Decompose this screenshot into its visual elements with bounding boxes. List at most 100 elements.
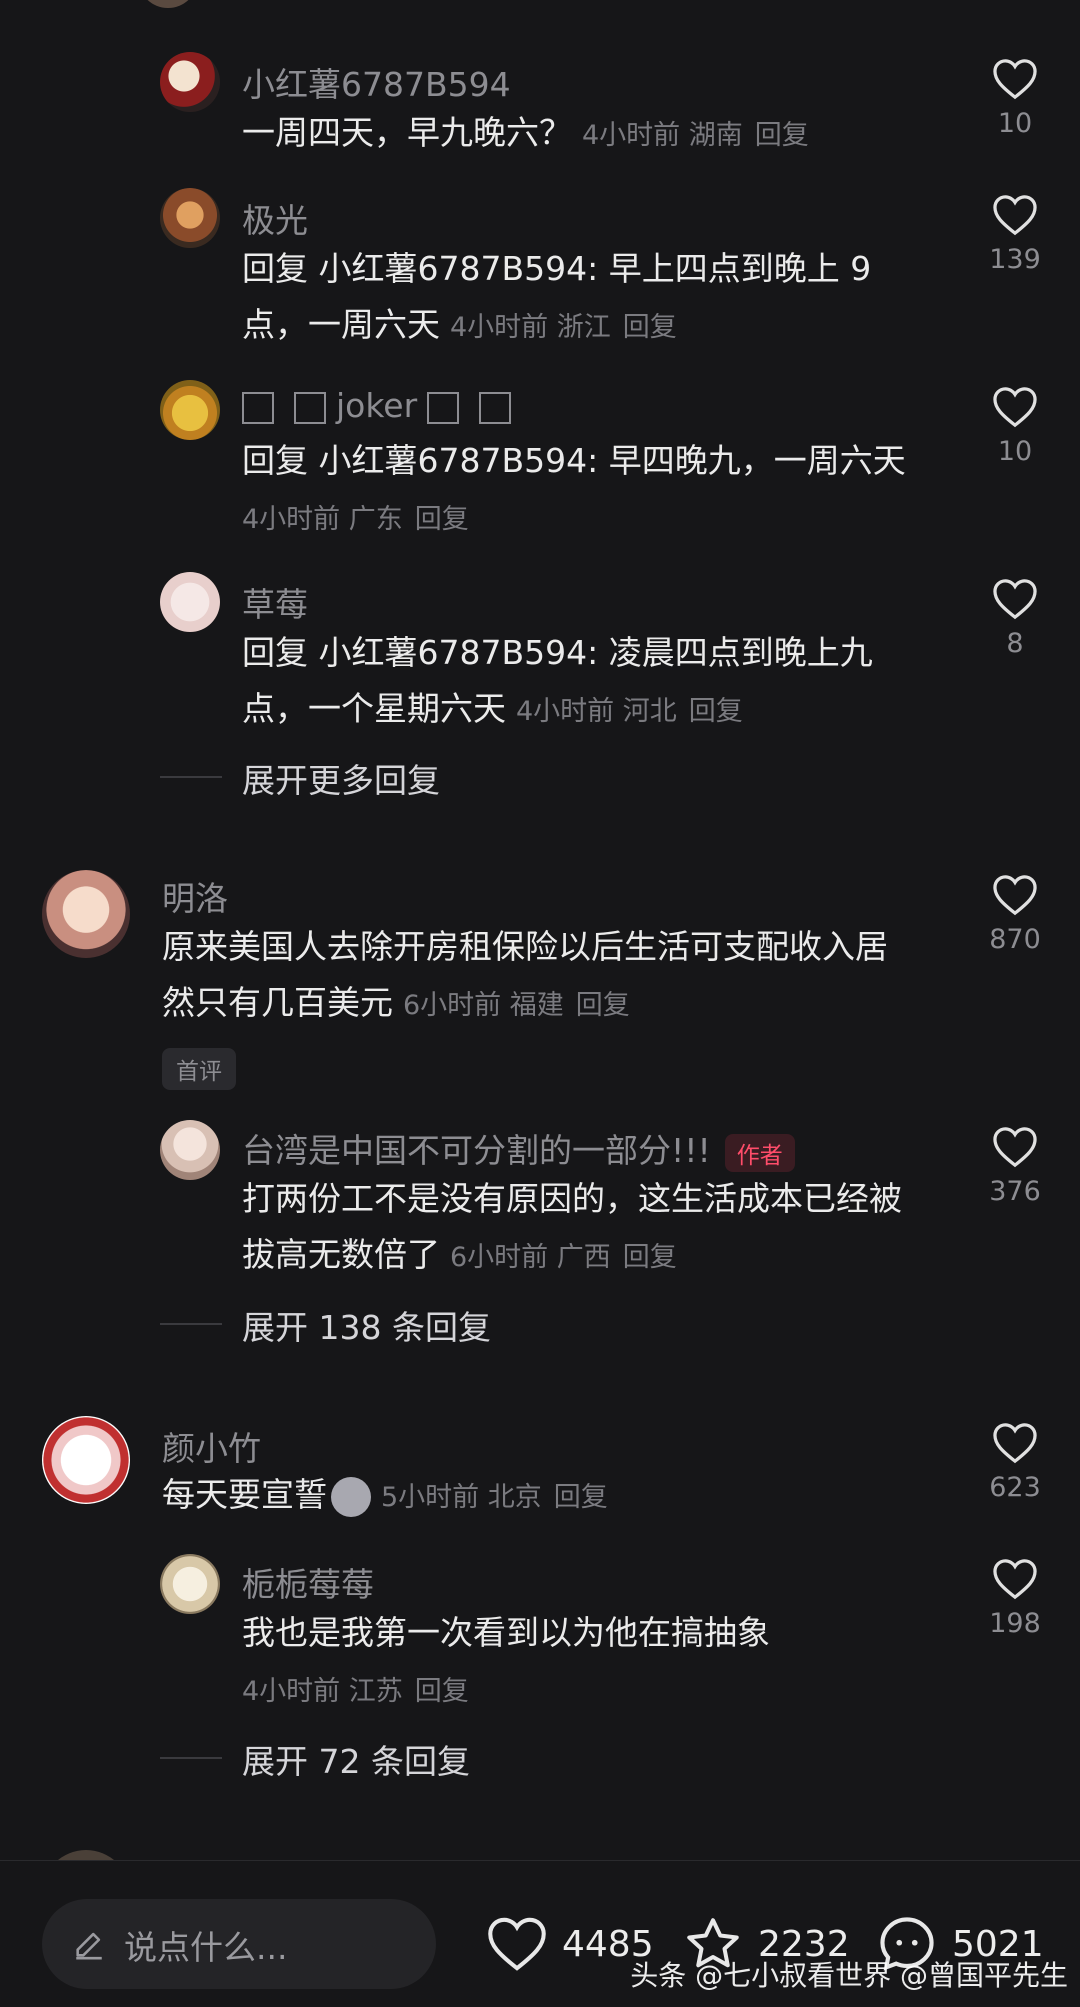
comment-meta: 4小时前 湖南 回复 xyxy=(582,120,809,151)
comment-time: 4小时前 xyxy=(450,312,549,343)
comment-time: 4小时前 xyxy=(516,696,615,727)
reply-button[interactable]: 回复 xyxy=(689,696,743,727)
like-count: 870 xyxy=(989,924,1041,955)
expand-replies-button[interactable]: 展开更多回复 xyxy=(242,754,440,802)
username[interactable]: 颜小竹 xyxy=(162,1422,261,1470)
divider xyxy=(160,1323,222,1325)
username-text: 台湾是中国不可分割的一部分!!! xyxy=(242,1131,711,1170)
heart-icon xyxy=(993,1423,1037,1464)
pencil-icon xyxy=(76,1932,102,1960)
comment-body: 原来美国人去除开房租保险以后生活可支配收入居 xyxy=(162,927,888,966)
like-count: 139 xyxy=(989,244,1041,275)
comment-region: 北京 xyxy=(487,1482,542,1513)
comment-body: 打两份工不是没有原因的，这生活成本已经被 xyxy=(242,1179,902,1218)
comment-body: 然只有几百美元 xyxy=(162,983,393,1022)
comment-text: 一周四天，早九晚六？ 4小时前 湖南 回复 xyxy=(242,104,809,164)
comment-input-placeholder: 说点什么... xyxy=(124,1928,288,1967)
divider xyxy=(160,776,222,778)
like-button[interactable]: 870 xyxy=(970,874,1060,955)
comment-region: 河北 xyxy=(622,696,677,727)
like-count: 10 xyxy=(997,108,1033,139)
comment-region: 浙江 xyxy=(556,312,611,343)
heart-icon xyxy=(993,1127,1037,1168)
username[interactable]: 极光 xyxy=(242,194,308,242)
unsupported-glyph-icon xyxy=(427,391,460,424)
reply-button[interactable]: 回复 xyxy=(623,1242,677,1273)
comment-time: 4小时前 xyxy=(242,504,341,535)
comment-meta: 5小时前 北京 回复 xyxy=(381,1482,608,1513)
comment-body: 拔高无数倍了 xyxy=(242,1235,440,1274)
comment-body: 每天要宣誓 xyxy=(162,1475,327,1514)
like-count: 623 xyxy=(989,1472,1041,1503)
avatar[interactable] xyxy=(160,52,220,112)
heart-icon xyxy=(993,59,1037,100)
comment-meta-line: 4小时前 江苏 回复 xyxy=(242,1660,469,1720)
avatar[interactable] xyxy=(160,1554,220,1614)
reply-button[interactable]: 回复 xyxy=(415,1676,469,1707)
like-button[interactable]: 8 xyxy=(970,578,1060,659)
heart-icon xyxy=(993,195,1037,236)
unsupported-glyph-icon xyxy=(294,391,326,424)
comment-text: 我也是我第一次看到以为他在搞抽象 xyxy=(242,1604,770,1661)
comment-meta-line: 4小时前 广东 回复 xyxy=(242,488,469,548)
username[interactable]: 小红薯6787B594 xyxy=(242,58,511,106)
comment-text: 回复 小红薯6787B594: 早四晚九，一周六天 xyxy=(242,432,906,489)
heart-icon xyxy=(993,579,1037,620)
avatar[interactable] xyxy=(160,1120,220,1180)
reply-button[interactable]: 回复 xyxy=(576,990,630,1021)
avatar[interactable] xyxy=(160,380,220,440)
comment-time: 5小时前 xyxy=(381,1482,480,1513)
comment-meta: 4小时前 江苏 回复 xyxy=(242,1676,469,1707)
expand-replies-button[interactable]: 展开 138 条回复 xyxy=(242,1301,491,1349)
like-button[interactable]: 139 xyxy=(970,194,1060,275)
username[interactable]: 栀栀莓莓 xyxy=(242,1558,374,1606)
comment-body: 一周四天，早九晚六？ xyxy=(242,113,572,152)
reply-button[interactable]: 回复 xyxy=(623,312,677,343)
username[interactable]: 台湾是中国不可分割的一部分!!! 作者 xyxy=(242,1124,795,1172)
comment-body: 回复 小红薯6787B594: 早上四点到晚上 9 xyxy=(242,249,872,288)
username-text: joker xyxy=(336,386,418,425)
like-post-button[interactable]: 4485 xyxy=(486,1899,654,1989)
comment-text: 拔高无数倍了 6小时前 广西 回复 xyxy=(242,1226,677,1286)
comment-body: 点，一周六天 xyxy=(242,305,440,344)
like-button[interactable]: 10 xyxy=(970,58,1060,139)
reply-button[interactable]: 回复 xyxy=(554,1482,608,1513)
expand-replies-button[interactable]: 展开 72 条回复 xyxy=(242,1735,470,1783)
comment-text: 打两份工不是没有原因的，这生活成本已经被 xyxy=(242,1170,902,1227)
like-button[interactable]: 376 xyxy=(970,1126,1060,1207)
comment-meta: 4小时前 浙江 回复 xyxy=(450,312,677,343)
comment-text: 每天要宣誓 5小时前 北京 回复 xyxy=(162,1466,608,1526)
comment-meta: 6小时前 广西 回复 xyxy=(450,1242,677,1273)
reply-button[interactable]: 回复 xyxy=(415,504,469,535)
avatar[interactable] xyxy=(138,0,198,8)
first-comment-badge: 首评 xyxy=(162,1048,236,1090)
avatar[interactable] xyxy=(42,870,130,958)
like-button[interactable]: 10 xyxy=(970,386,1060,467)
comment-text: 然只有几百美元 6小时前 福建 回复 xyxy=(162,974,630,1034)
comment-text: 点，一周六天 4小时前 浙江 回复 xyxy=(242,296,677,356)
like-button[interactable]: 623 xyxy=(970,1422,1060,1503)
comment-region: 福建 xyxy=(509,990,564,1021)
comment-text: 回复 小红薯6787B594: 早上四点到晚上 9 xyxy=(242,240,871,297)
username[interactable]: 草莓 xyxy=(242,578,308,626)
comment-text: 点，一个星期六天 4小时前 河北 回复 xyxy=(242,680,743,740)
comment-text: 回复 小红薯6787B594: 凌晨四点到晚上九 xyxy=(242,624,873,681)
avatar[interactable] xyxy=(160,572,220,632)
comment-time: 4小时前 xyxy=(582,120,681,151)
comment-body: 点，一个星期六天 xyxy=(242,689,506,728)
like-count: 198 xyxy=(989,1608,1041,1639)
unsupported-glyph-icon xyxy=(242,391,274,424)
comment-text: 原来美国人去除开房租保险以后生活可支配收入居 xyxy=(162,918,888,975)
username[interactable]: joker xyxy=(242,386,521,425)
comment-meta: 4小时前 广东 回复 xyxy=(242,504,469,535)
comment-region: 江苏 xyxy=(348,1676,403,1707)
reply-button[interactable]: 回复 xyxy=(755,120,809,151)
like-count: 376 xyxy=(989,1176,1041,1207)
like-button[interactable]: 198 xyxy=(970,1558,1060,1639)
comment-input[interactable]: 说点什么... xyxy=(42,1899,436,1989)
avatar[interactable] xyxy=(42,1416,130,1504)
username[interactable]: 明洛 xyxy=(162,872,228,920)
avatar[interactable] xyxy=(160,188,220,248)
author-badge: 作者 xyxy=(724,1133,795,1172)
comment-region: 广东 xyxy=(348,504,403,535)
